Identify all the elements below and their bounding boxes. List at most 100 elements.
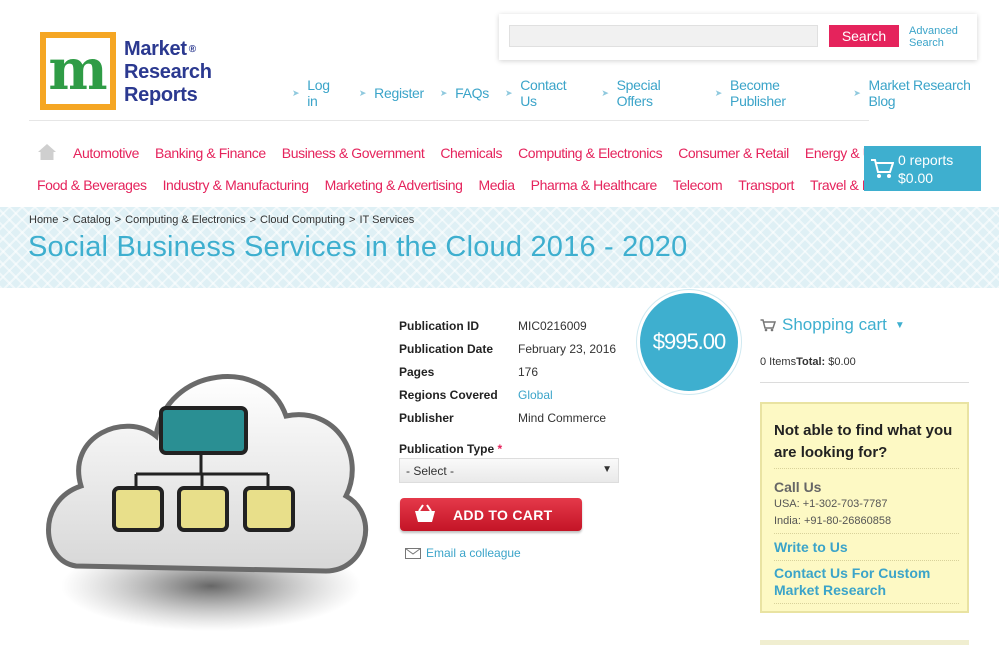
top-link-1[interactable]: ➤ Register <box>359 77 424 109</box>
home-icon[interactable] <box>37 143 57 161</box>
breadcrumb: Home > Catalog > Computing & Electronics > Clo… <box>29 214 414 226</box>
publication-type-label: Publication Type * <box>399 442 502 456</box>
cloud-network-image <box>46 374 369 631</box>
search-button[interactable]: Search <box>829 25 899 47</box>
contact-custom-research-link[interactable]: Contact Us For Custom Market Research <box>774 565 964 599</box>
breadcrumb-item[interactable]: Catalog <box>73 214 111 226</box>
envelope-icon <box>405 547 421 559</box>
logo-text: Market ® Research Reports <box>124 38 212 107</box>
shopping-cart-header[interactable]: Shopping cart ▼ <box>760 315 905 335</box>
logo-mark: m <box>40 32 116 110</box>
email-colleague-label: Email a colleague <box>426 546 521 560</box>
detail-value: MIC0216009 <box>518 318 587 333</box>
top-link-label: Special Offers <box>616 77 661 109</box>
search-input[interactable] <box>509 25 818 47</box>
arrow-right-icon: ➤ <box>504 87 513 98</box>
title-banner: Home > Catalog > Computing & Electronics > Clo… <box>0 207 999 288</box>
registered-mark: ® <box>188 44 196 55</box>
detail-value: 176 <box>518 364 539 379</box>
category-link[interactable]: Consumer & Retail <box>678 145 789 161</box>
category-link[interactable]: Transport <box>738 177 794 193</box>
breadcrumb-item: IT Services <box>359 214 415 226</box>
arrow-right-icon: ➤ <box>853 87 861 98</box>
breadcrumb-item[interactable]: Home <box>29 214 58 226</box>
header-cart[interactable]: 0 reports $0.00 <box>864 146 981 191</box>
category-link[interactable]: Marketing & Advertising <box>325 177 463 193</box>
detail-value[interactable]: Global <box>518 388 553 402</box>
top-link-label: Contact Us <box>520 77 567 109</box>
chevron-down-icon: ▼ <box>602 464 612 475</box>
arrow-right-icon: ➤ <box>439 87 448 98</box>
top-link-0[interactable]: ➤ Log in <box>292 77 343 109</box>
category-link[interactable]: Chemicals <box>440 145 502 161</box>
help-box: Not able to find what you are looking fo… <box>760 402 969 613</box>
help-divider <box>774 468 959 469</box>
sidebar-bottom-strip <box>760 640 969 645</box>
top-link-4[interactable]: ➤ Special Offers <box>601 77 698 109</box>
top-link-label: Log in <box>307 77 330 109</box>
add-to-cart-button[interactable]: ADD TO CART <box>400 498 582 531</box>
detail-label: Regions Covered <box>399 387 498 402</box>
usa-phone: USA: +1-302-703-7787 <box>774 498 888 510</box>
add-to-cart-label: ADD TO CART <box>453 507 553 523</box>
chevron-down-icon: ▼ <box>894 319 905 331</box>
items-count: 0 Items <box>760 356 797 368</box>
top-link-3[interactable]: ➤ Contact Us <box>505 77 585 109</box>
category-link[interactable]: Business & Government <box>282 145 425 161</box>
logo-line-3: Reports <box>124 84 198 106</box>
category-link[interactable]: Banking & Finance <box>155 145 266 161</box>
logo-line-2: Research <box>124 61 212 83</box>
cart-reports-count: 0 reports <box>898 152 954 168</box>
top-link-label: Market Research Blog <box>868 77 971 109</box>
arrow-right-icon: ➤ <box>292 87 300 98</box>
detail-row: Regions Covered Global <box>399 383 616 406</box>
top-link-6[interactable]: ➤ Market Research Blog <box>853 77 999 109</box>
category-link[interactable]: Pharma & Healthcare <box>531 177 658 193</box>
required-mark: * <box>497 442 503 456</box>
arrow-right-icon: ➤ <box>358 87 367 98</box>
arrow-right-icon: ➤ <box>714 87 723 98</box>
cart-icon <box>760 318 776 331</box>
top-links: ➤ Log in ➤ Register ➤ FAQs ➤ Contact Us ➤ Special… <box>292 77 999 109</box>
site-logo[interactable]: m Market ® Research Reports <box>40 32 212 110</box>
breadcrumb-separator: > <box>62 214 69 226</box>
logo-line-1: Market <box>124 38 187 60</box>
cart-summary: 0 ItemsTotal: $0.00 <box>760 356 856 368</box>
top-link-5[interactable]: ➤ Become Publisher <box>715 77 837 109</box>
top-link-label: Become Publisher <box>730 77 786 109</box>
basket-icon <box>415 504 435 522</box>
category-link[interactable]: Computing & Electronics <box>518 145 662 161</box>
breadcrumb-item[interactable]: Cloud Computing <box>260 214 345 226</box>
select-value: - Select - <box>406 464 455 478</box>
help-question: Not able to find what you are looking fo… <box>774 422 953 461</box>
help-divider <box>774 533 959 534</box>
category-nav-row-2: Food & Beverages Industry & Manufacturing… <box>37 177 905 193</box>
write-to-us-link[interactable]: Write to Us <box>774 539 964 556</box>
breadcrumb-item[interactable]: Computing & Electronics <box>125 214 245 226</box>
detail-row: Pages 176 <box>399 360 616 383</box>
publication-type-select[interactable]: - Select - ▼ <box>399 458 619 483</box>
email-colleague-link[interactable]: Email a colleague <box>405 546 521 560</box>
shopping-cart-title: Shopping cart <box>782 315 887 334</box>
category-link[interactable]: Automotive <box>73 145 139 161</box>
help-divider <box>774 603 959 604</box>
header-divider <box>29 120 869 121</box>
category-link[interactable]: Industry & Manufacturing <box>163 177 309 193</box>
category-link[interactable]: Telecom <box>673 177 723 193</box>
breadcrumb-separator: > <box>249 214 257 226</box>
detail-label: Pages <box>399 364 435 379</box>
call-us-heading: Call Us <box>774 479 822 495</box>
top-link-2[interactable]: ➤ FAQs <box>440 77 489 109</box>
category-link[interactable]: Food & Beverages <box>37 177 147 193</box>
category-link[interactable]: Media <box>478 177 515 193</box>
help-divider <box>774 560 959 561</box>
cart-amount: $0.00 <box>898 170 934 186</box>
total-value: $0.00 <box>828 356 856 368</box>
cart-icon <box>871 159 894 178</box>
detail-row: Publication ID MIC0216009 <box>399 314 616 337</box>
advanced-search-link[interactable]: Advanced Search <box>909 25 973 49</box>
detail-label: Publication Date <box>399 341 494 356</box>
detail-label: Publisher <box>399 410 454 425</box>
india-phone: India: +91-80-26860858 <box>774 515 892 527</box>
breadcrumb-separator: > <box>349 214 356 226</box>
